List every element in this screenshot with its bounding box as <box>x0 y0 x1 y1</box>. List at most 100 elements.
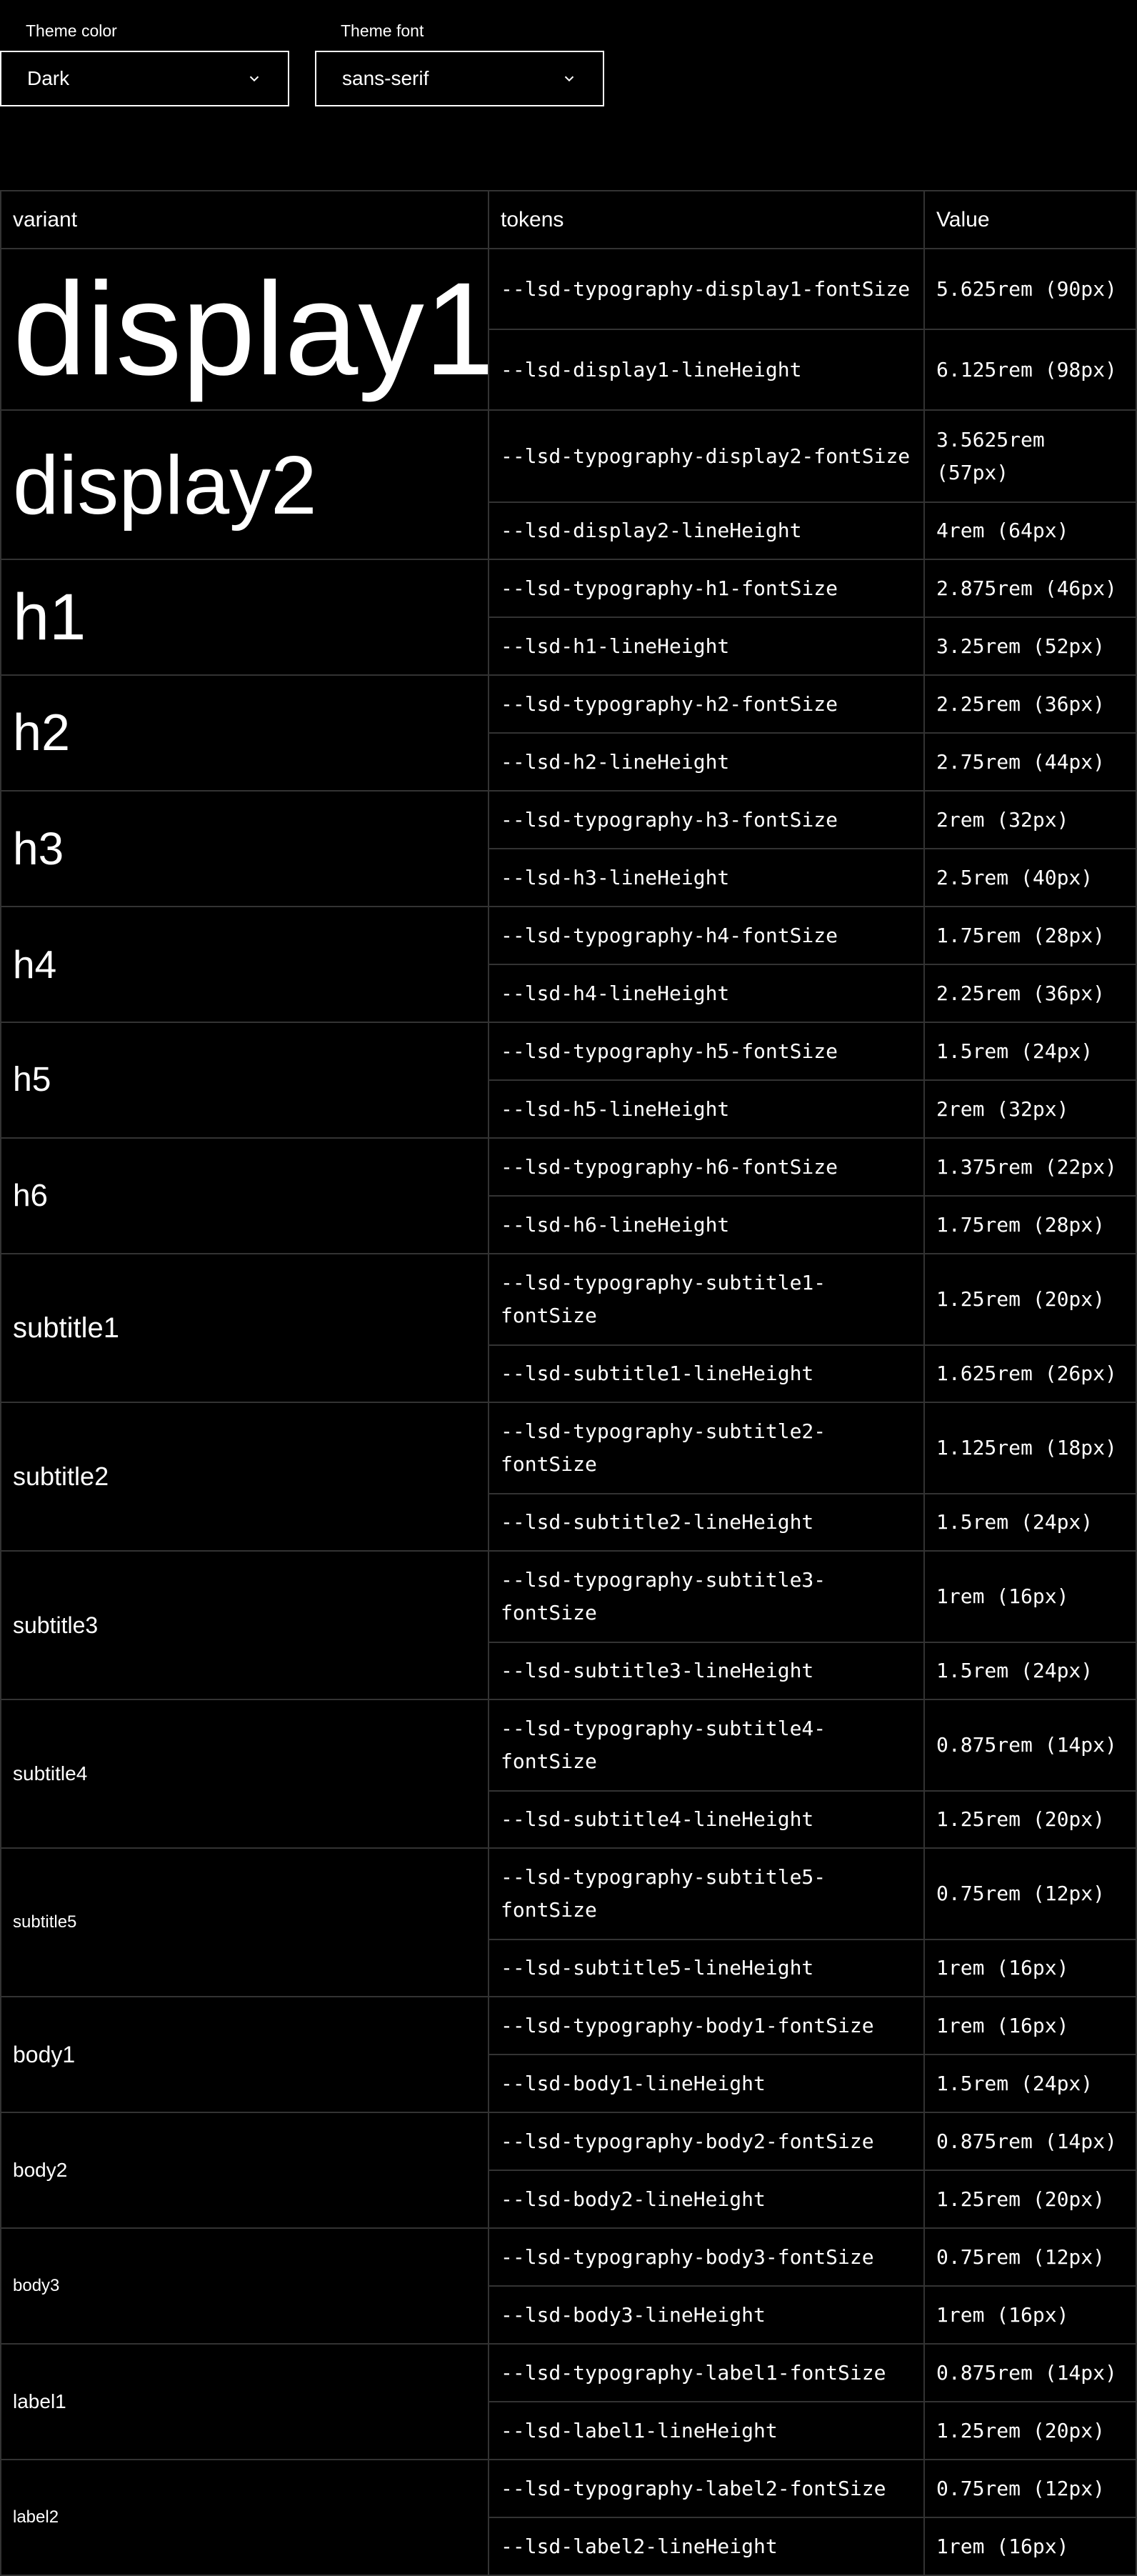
table-row: display2 --lsd-typography-display2-fontSi… <box>0 409 1137 560</box>
font-size-token: --lsd-typography-label2-fontSize <box>488 2459 925 2518</box>
column-header-variant: variant <box>0 190 489 249</box>
font-size-value: 0.875rem (14px) <box>923 2112 1137 2171</box>
line-height-value: 3.25rem (52px) <box>923 616 1137 676</box>
line-height-value: 2.75rem (44px) <box>923 732 1137 792</box>
variant-sample: h1 <box>0 559 489 676</box>
font-size-token: --lsd-typography-subtitle5-fontSize <box>488 1847 925 1940</box>
font-size-value: 1.125rem (18px) <box>923 1402 1137 1494</box>
font-size-value: 2.875rem (46px) <box>923 559 1137 618</box>
variant-sample: h6 <box>0 1137 489 1254</box>
font-size-value: 0.875rem (14px) <box>923 2343 1137 2402</box>
variant-sample: subtitle2 <box>0 1402 489 1552</box>
table-row: display1 --lsd-typography-display1-fontSi… <box>0 248 1137 411</box>
variant-sample: body2 <box>0 2112 489 2229</box>
font-size-value: 2rem (32px) <box>923 790 1137 849</box>
line-height-value: 1.25rem (20px) <box>923 2401 1137 2460</box>
font-size-value: 0.75rem (12px) <box>923 2227 1137 2287</box>
line-height-token: --lsd-display1-lineHeight <box>488 329 925 411</box>
line-height-value: 1.25rem (20px) <box>923 1790 1137 1849</box>
variant-sample: display1 <box>0 248 489 411</box>
table-row: body3 --lsd-typography-body3-fontSize 0.75… <box>0 2227 1137 2345</box>
table-row: subtitle5 --lsd-typography-subtitle5-font… <box>0 1847 1137 1997</box>
variant-sample: h4 <box>0 906 489 1023</box>
font-size-value: 1.75rem (28px) <box>923 906 1137 965</box>
line-height-value: 1rem (16px) <box>923 2517 1137 2576</box>
font-size-token: --lsd-typography-label1-fontSize <box>488 2343 925 2402</box>
table-row: h6 --lsd-typography-h6-fontSize 1.375rem (… <box>0 1137 1137 1254</box>
theme-font-label: Theme font <box>341 21 424 40</box>
line-height-token: --lsd-h1-lineHeight <box>488 616 925 676</box>
line-height-token: --lsd-subtitle4-lineHeight <box>488 1790 925 1849</box>
font-size-token: --lsd-typography-h2-fontSize <box>488 674 925 734</box>
font-size-token: --lsd-typography-subtitle1-fontSize <box>488 1253 925 1346</box>
line-height-value: 1.625rem (26px) <box>923 1344 1137 1403</box>
font-size-token: --lsd-typography-body3-fontSize <box>488 2227 925 2287</box>
line-height-value: 1.5rem (24px) <box>923 1493 1137 1552</box>
variant-sample: label2 <box>0 2459 489 2576</box>
font-size-token: --lsd-typography-body1-fontSize <box>488 1996 925 2055</box>
column-header-value: Value <box>923 190 1137 249</box>
line-height-value: 2rem (32px) <box>923 1079 1137 1139</box>
line-height-token: --lsd-h5-lineHeight <box>488 1079 925 1139</box>
table-row: label2 --lsd-typography-label2-fontSize 0.… <box>0 2459 1137 2576</box>
font-size-value: 0.75rem (12px) <box>923 2459 1137 2518</box>
variant-sample: label1 <box>0 2343 489 2460</box>
table-row: h3 --lsd-typography-h3-fontSize 2rem (32px… <box>0 790 1137 907</box>
line-height-value: 2.25rem (36px) <box>923 964 1137 1023</box>
line-height-token: --lsd-display2-lineHeight <box>488 501 925 560</box>
variant-sample: subtitle5 <box>0 1847 489 1997</box>
font-size-token: --lsd-typography-h6-fontSize <box>488 1137 925 1197</box>
theme-font-value: sans-serif <box>342 67 429 89</box>
font-size-token: --lsd-typography-subtitle2-fontSize <box>488 1402 925 1494</box>
variant-sample: h5 <box>0 1022 489 1139</box>
font-size-token: --lsd-typography-h3-fontSize <box>488 790 925 849</box>
line-height-token: --lsd-label2-lineHeight <box>488 2517 925 2576</box>
line-height-value: 1rem (16px) <box>923 2285 1137 2345</box>
font-size-value: 1rem (16px) <box>923 1996 1137 2055</box>
table-row: subtitle1 --lsd-typography-subtitle1-font… <box>0 1253 1137 1403</box>
font-size-token: --lsd-typography-display1-fontSize <box>488 248 925 330</box>
line-height-token: --lsd-h2-lineHeight <box>488 732 925 792</box>
theme-controls: Theme color Dark Theme font sans-serif <box>0 0 1137 190</box>
line-height-value: 1.5rem (24px) <box>923 1642 1137 1700</box>
font-size-value: 0.875rem (14px) <box>923 1699 1137 1792</box>
line-height-value: 4rem (64px) <box>923 501 1137 560</box>
table-row: subtitle4 --lsd-typography-subtitle4-font… <box>0 1699 1137 1849</box>
variant-sample: h2 <box>0 674 489 792</box>
theme-color-label: Theme color <box>26 21 117 40</box>
line-height-token: --lsd-h6-lineHeight <box>488 1195 925 1254</box>
font-size-token: --lsd-typography-h4-fontSize <box>488 906 925 965</box>
font-size-token: --lsd-typography-h5-fontSize <box>488 1022 925 1081</box>
line-height-token: --lsd-subtitle3-lineHeight <box>488 1642 925 1700</box>
line-height-token: --lsd-label1-lineHeight <box>488 2401 925 2460</box>
line-height-token: --lsd-body3-lineHeight <box>488 2285 925 2345</box>
theme-color-select[interactable]: Dark <box>0 51 289 106</box>
table-row: h1 --lsd-typography-h1-fontSize 2.875rem (… <box>0 559 1137 676</box>
theme-font-select[interactable]: sans-serif <box>315 51 604 106</box>
font-size-value: 3.5625rem (57px) <box>923 409 1137 503</box>
variant-sample: display2 <box>0 409 489 560</box>
typography-tokens-table: variant tokens Value display1 --lsd-typog… <box>0 190 1137 2576</box>
theme-font-control: Theme font sans-serif <box>315 20 604 106</box>
variant-sample: body1 <box>0 1996 489 2113</box>
font-size-token: --lsd-typography-subtitle4-fontSize <box>488 1699 925 1792</box>
line-height-value: 6.125rem (98px) <box>923 329 1137 411</box>
font-size-token: --lsd-typography-body2-fontSize <box>488 2112 925 2171</box>
line-height-token: --lsd-h3-lineHeight <box>488 848 925 907</box>
font-size-token: --lsd-typography-display2-fontSize <box>488 409 925 503</box>
theme-color-value: Dark <box>27 67 70 89</box>
theme-color-control: Theme color Dark <box>0 20 289 106</box>
font-size-value: 0.75rem (12px) <box>923 1847 1137 1940</box>
table-header-row: variant tokens Value <box>0 190 1137 249</box>
font-size-token: --lsd-typography-subtitle3-fontSize <box>488 1550 925 1643</box>
table-row: body1 --lsd-typography-body1-fontSize 1rem… <box>0 1996 1137 2113</box>
variant-sample: subtitle3 <box>0 1550 489 1700</box>
line-height-token: --lsd-body1-lineHeight <box>488 2054 925 2113</box>
line-height-token: --lsd-h4-lineHeight <box>488 964 925 1023</box>
variant-sample: subtitle4 <box>0 1699 489 1849</box>
font-size-value: 5.625rem (90px) <box>923 248 1137 330</box>
table-row: h5 --lsd-typography-h5-fontSize 1.5rem (24… <box>0 1022 1137 1139</box>
font-size-value: 1.5rem (24px) <box>923 1022 1137 1081</box>
chevron-down-icon <box>249 76 259 82</box>
column-header-tokens: tokens <box>488 190 925 249</box>
